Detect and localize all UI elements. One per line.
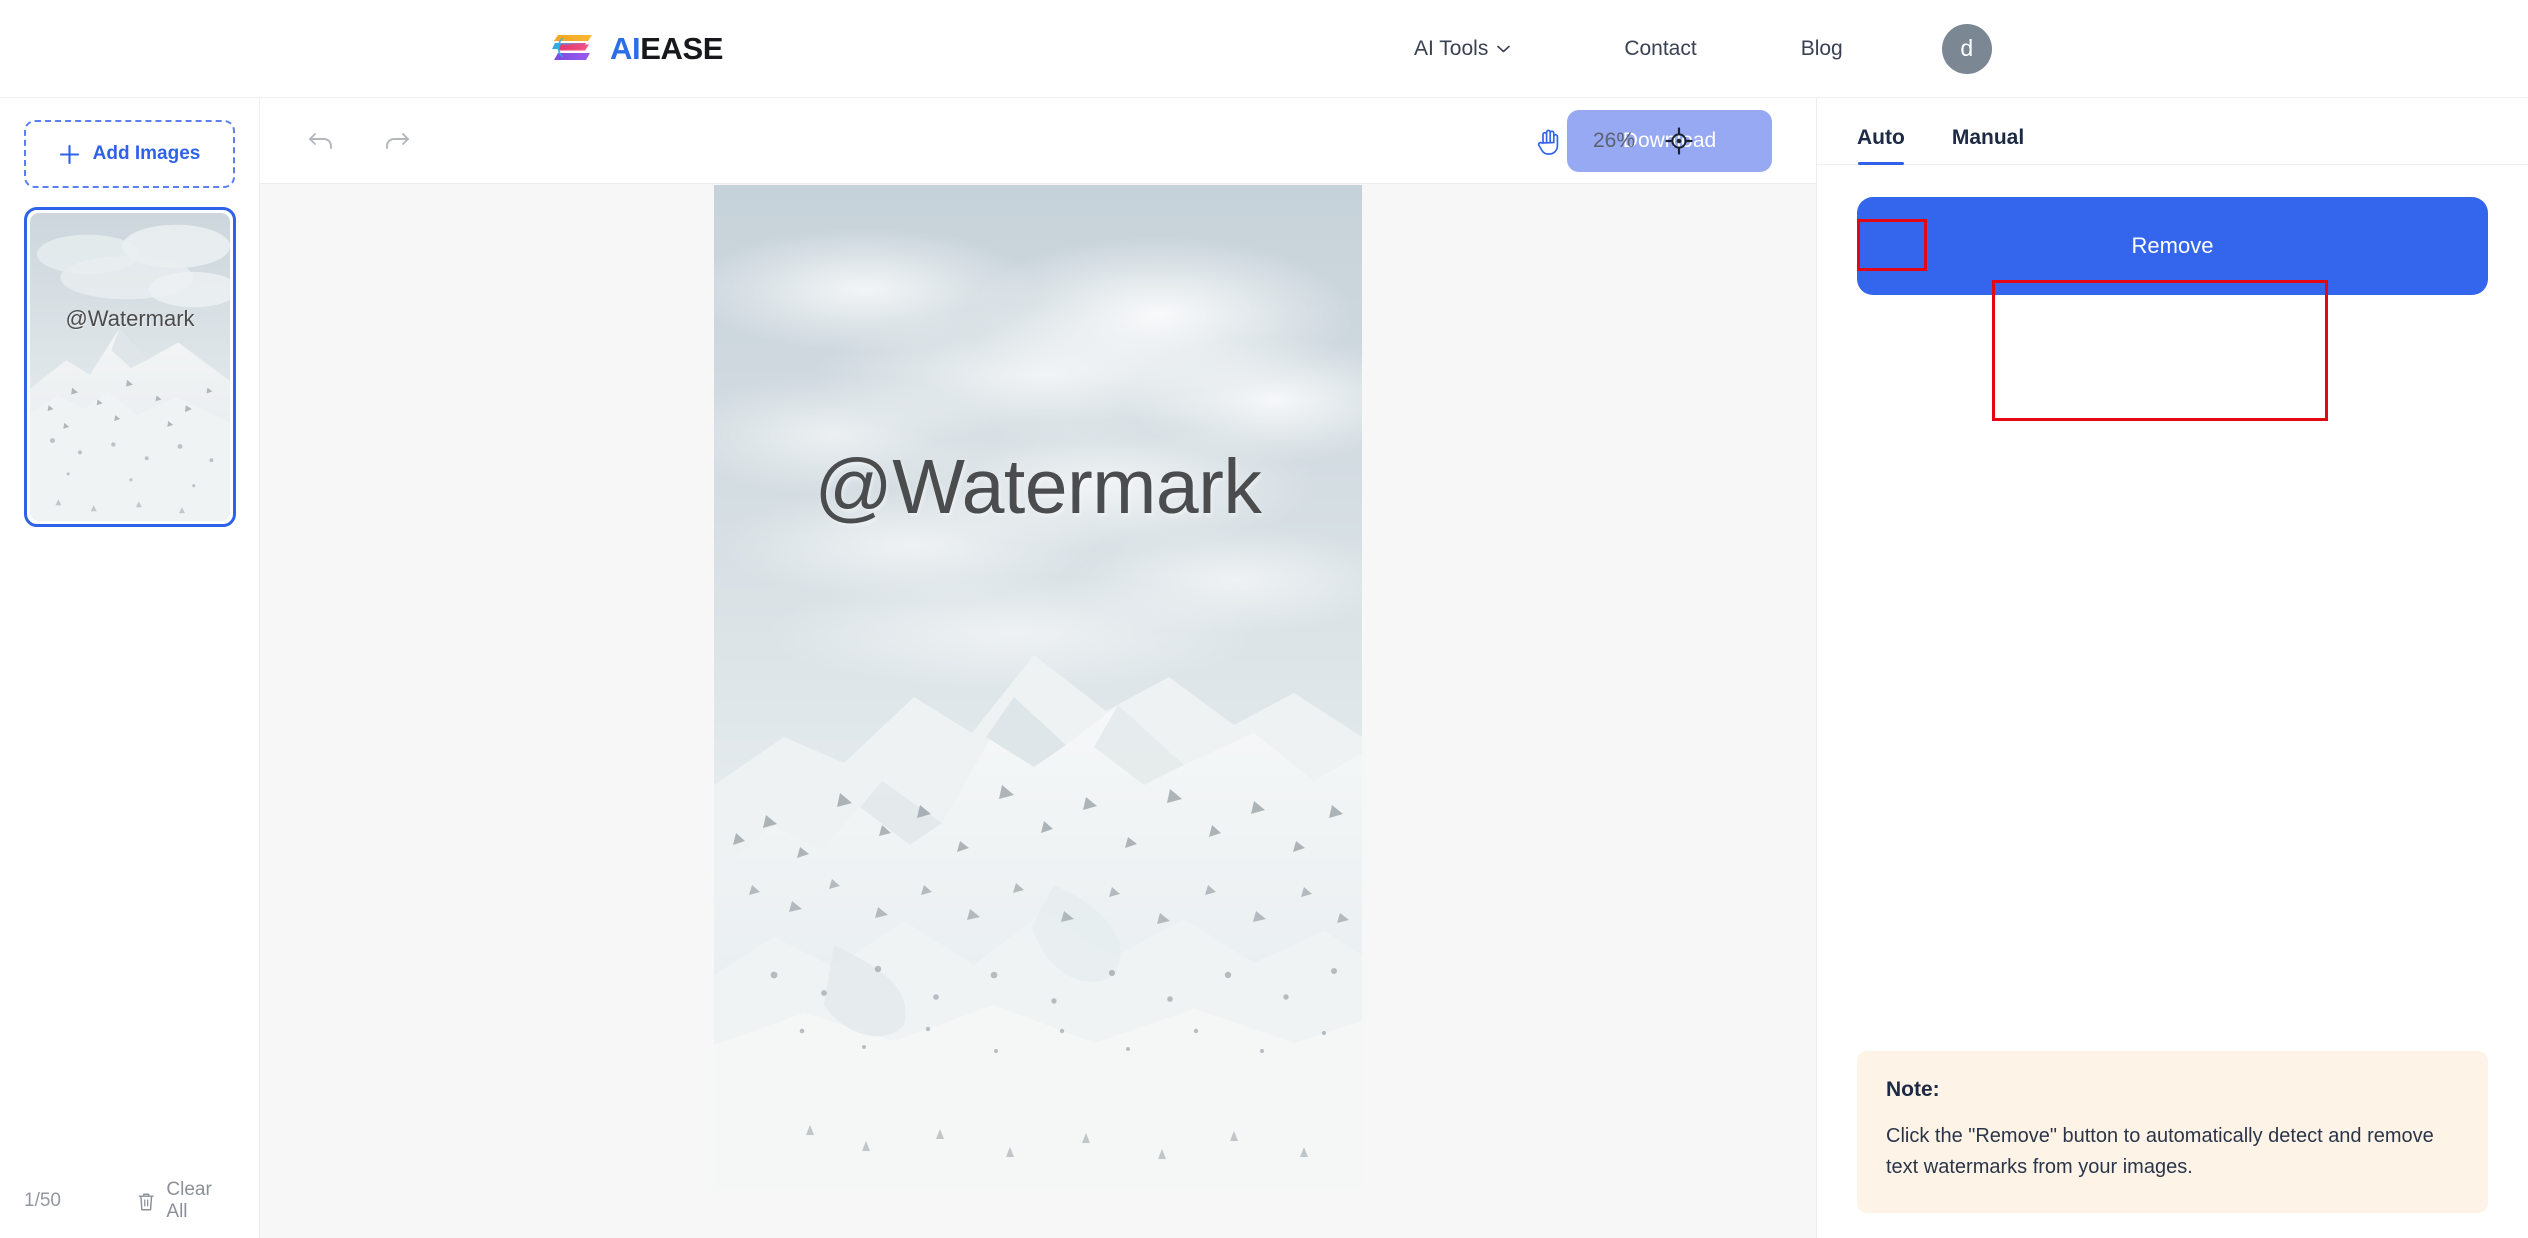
image-sidebar: Add Images @Watermark 1/50 Clear All <box>0 98 260 1238</box>
redo-icon <box>386 132 409 149</box>
app-body: Add Images @Watermark 1/50 Clear All 26%… <box>0 98 2528 1238</box>
zoom-level-label: 26% <box>1592 128 1636 152</box>
note-box: Note: Click the "Remove" button to autom… <box>1857 1051 2488 1213</box>
trash-icon <box>138 1193 154 1210</box>
editor-toolbar: 26% Download <box>260 98 1816 183</box>
hand-icon <box>1537 129 1558 155</box>
image-canvas[interactable]: @Watermark <box>260 183 1816 1238</box>
image-count-label: 1/50 <box>24 1190 61 1211</box>
clear-all-label: Clear All <box>166 1179 212 1222</box>
brand-text-ai: AI <box>610 31 641 66</box>
main-navigation: AI Tools Contact Blog d <box>1414 23 1992 74</box>
tab-auto[interactable]: Auto <box>1857 126 1905 165</box>
add-images-button[interactable]: Add Images <box>24 120 235 188</box>
panel-tabs: Auto Manual <box>1817 98 2528 165</box>
aiease-logo-icon <box>552 34 592 60</box>
tab-auto-label: Auto <box>1857 126 1905 149</box>
undo-icon <box>309 132 332 149</box>
canvas-photo: @Watermark <box>714 185 1362 1190</box>
thumbnail-image: @Watermark <box>30 213 230 521</box>
nav-label-contact: Contact <box>1624 36 1697 60</box>
user-avatar[interactable]: d <box>1941 23 1992 74</box>
thumbnail-photo <box>30 213 230 521</box>
toolbar-history-group <box>306 125 412 157</box>
chevron-down-icon <box>1497 45 1511 52</box>
target-icon <box>1665 126 1693 155</box>
avatar-initial: d <box>1960 35 1974 61</box>
tab-manual-label: Manual <box>1951 126 2025 149</box>
brand-text-ease: EASE <box>640 31 724 66</box>
add-images-label: Add Images <box>92 143 201 164</box>
remove-button[interactable]: Remove <box>1857 197 2488 295</box>
note-title: Note: <box>1886 1078 1940 1101</box>
undo-button[interactable] <box>306 125 338 157</box>
editor-center: 26% Download <box>260 98 1816 1238</box>
plus-icon <box>59 144 79 164</box>
clear-all-button[interactable]: Clear All <box>137 1179 235 1223</box>
brand-wordmark: AIEASE <box>610 33 723 64</box>
tools-panel: Auto Manual Remove Note: Click the "Remo… <box>1816 98 2528 1238</box>
nav-item-blog[interactable]: Blog <box>1801 37 1843 61</box>
tab-manual[interactable]: Manual <box>1952 126 2024 164</box>
toolbar-view-group: 26% <box>1533 125 1695 157</box>
thumbnail-item[interactable]: @Watermark <box>24 207 236 527</box>
nav-item-ai-tools[interactable]: AI Tools <box>1414 36 1511 61</box>
nav-item-contact[interactable]: Contact <box>1624 37 1696 61</box>
sidebar-footer: 1/50 Clear All <box>0 1164 259 1238</box>
thumbnail-list: @Watermark <box>24 207 236 527</box>
nav-label-ai-tools: AI Tools <box>1414 36 1489 60</box>
nav-label-blog: Blog <box>1800 36 1843 60</box>
canvas-photo-graphic <box>714 185 1362 1190</box>
app-root: AIEASE AI Tools Contact Blog d Add Image… <box>0 0 2528 1238</box>
note-text: Click the "Remove" button to automatical… <box>1886 1125 2434 1178</box>
app-header: AIEASE AI Tools Contact Blog d <box>0 0 2528 98</box>
fit-to-screen-button[interactable] <box>1663 125 1695 157</box>
redo-button[interactable] <box>380 125 412 157</box>
brand-logo-group[interactable]: AIEASE <box>552 32 723 66</box>
pan-tool-button[interactable] <box>1533 125 1565 157</box>
